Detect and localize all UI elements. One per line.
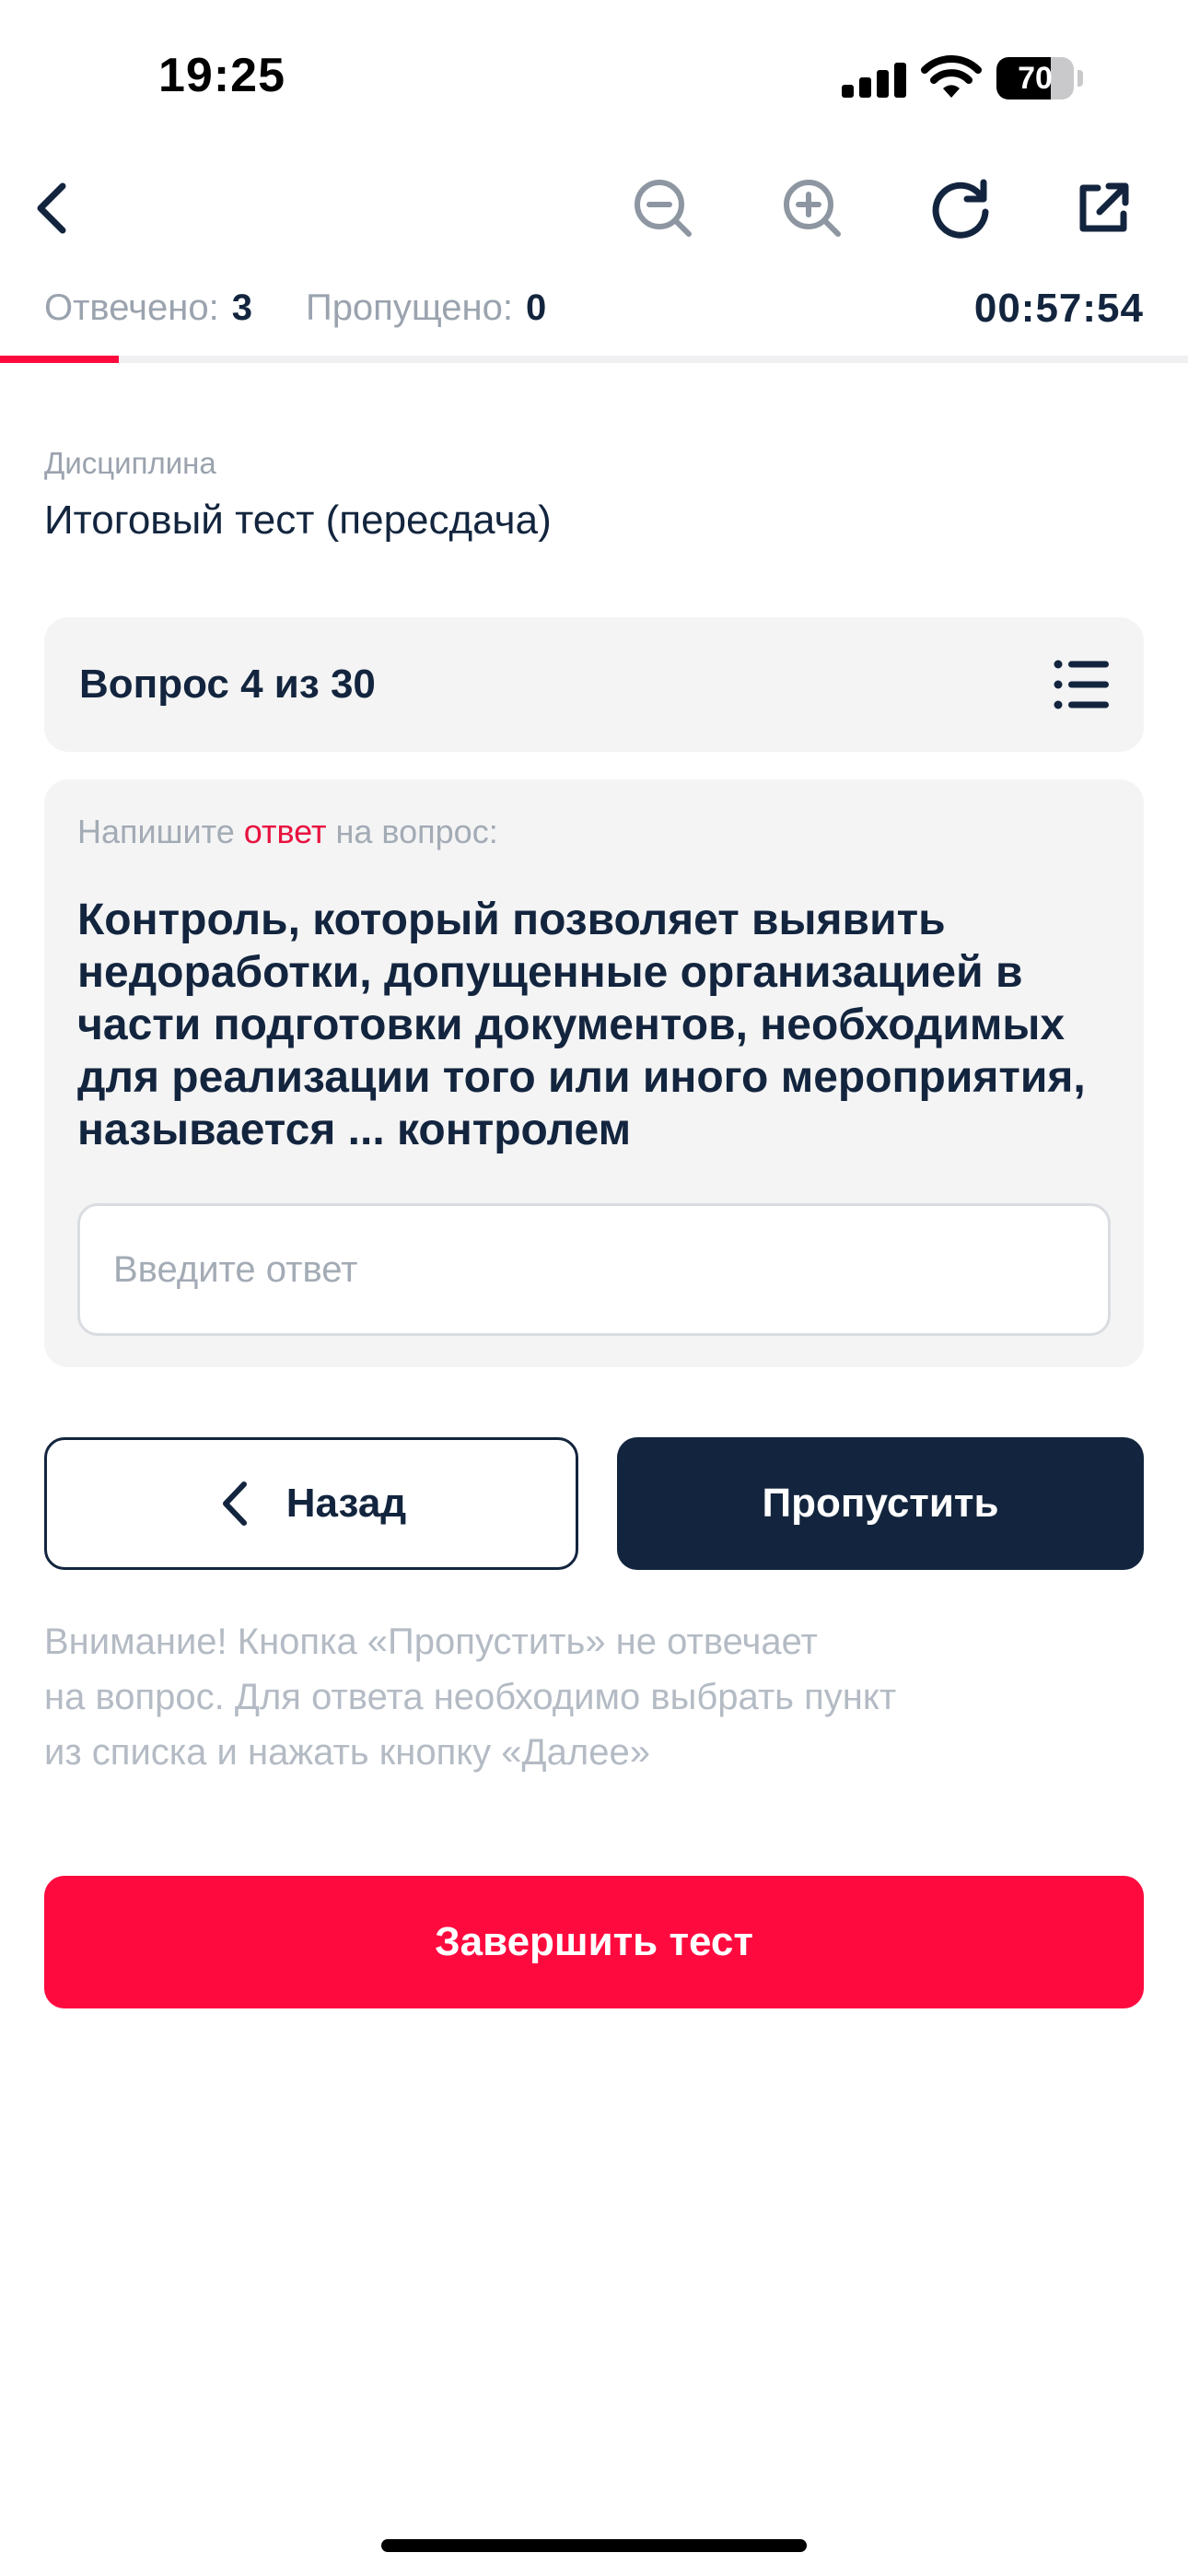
external-link-icon [1079,182,1129,232]
refresh-icon [932,179,989,239]
zoom-out-button[interactable] [626,171,700,245]
chevron-left-icon [222,1481,247,1526]
back-button[interactable] [17,171,90,245]
skip-button[interactable]: Пропустить [617,1437,1144,1570]
prompt-prefix: Напишите [77,813,235,850]
list-icon[interactable] [1054,659,1109,710]
timer: 00:57:54 [973,286,1144,331]
answer-input[interactable] [77,1203,1111,1336]
battery-percent: 70 [1018,61,1053,96]
skip-label: Пропустить [762,1481,999,1526]
answered-label: Отвечено: [44,287,219,328]
skipped-count: 0 [526,287,547,328]
warning-line: на вопрос. Для ответа необходимо выбрать… [44,1677,897,1717]
back-nav-button[interactable]: Назад [44,1437,578,1570]
back-nav-label: Назад [285,1481,407,1526]
question-counter: Вопрос 4 из 30 [79,662,376,707]
discipline-label: Дисциплина [44,446,216,480]
battery-icon: 70 [996,57,1083,100]
home-indicator[interactable] [381,2539,807,2552]
discipline-value: Итоговый тест (пересдача) [44,498,552,543]
prompt-accent: ответ [243,813,327,850]
progress-bar [0,356,1188,363]
zoom-out-icon [635,180,692,237]
status-time: 19:25 [158,49,285,102]
finish-test-label: Завершить тест [435,1919,753,1964]
warning-line: из списка и нажать кнопку «Далее» [44,1732,650,1773]
question-prompt: Напишите ответ на вопрос: [77,813,498,851]
prompt-suffix: на вопрос: [335,813,498,850]
open-external-button[interactable] [1066,171,1140,245]
zoom-in-button[interactable] [775,171,849,245]
progress-stats: Отвечено: 3 Пропущено: 0 [44,287,546,329]
cellular-signal-icon [842,61,906,98]
back-chevron-icon [37,182,66,234]
finish-test-button[interactable]: Завершить тест [44,1876,1144,2008]
refresh-button[interactable] [925,171,998,245]
skip-warning: Внимание! Кнопка «Пропустить» не отвечае… [44,1614,1103,1780]
zoom-in-icon [784,180,841,237]
warning-line: Внимание! Кнопка «Пропустить» не отвечае… [44,1622,818,1662]
wifi-icon [921,55,982,100]
question-text: Контроль, который позволяет выявить недо… [77,896,1086,1154]
question-navigator[interactable]: Вопрос 4 из 30 [44,617,1144,752]
skipped-label: Пропущено: [305,287,513,328]
question-card: Напишите ответ на вопрос: Контроль, кото… [44,779,1144,1367]
progress-bar-fill [0,356,119,363]
answered-count: 3 [231,287,252,328]
